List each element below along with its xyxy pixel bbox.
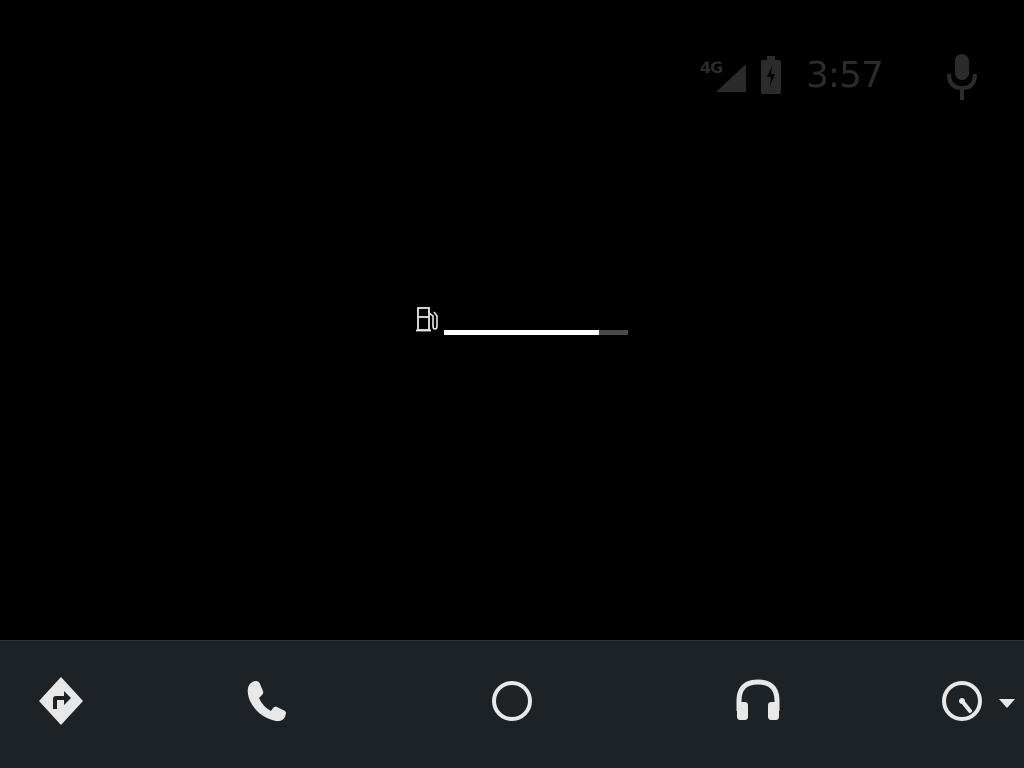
fuel-pump-icon bbox=[416, 307, 438, 332]
fuel-level-fill bbox=[444, 330, 599, 335]
status-bar: 4G 3:57 bbox=[690, 48, 1000, 108]
phone-icon bbox=[247, 681, 286, 722]
android-auto-screen: 4G 3:57 bbox=[0, 0, 1024, 768]
gauge-icon bbox=[942, 681, 982, 721]
mic-icon bbox=[947, 54, 977, 100]
nav-bar bbox=[0, 640, 1024, 768]
navigation-button[interactable] bbox=[31, 671, 91, 731]
headphones-icon bbox=[736, 679, 780, 720]
phone-button[interactable] bbox=[236, 671, 296, 731]
dropdown-arrow-icon bbox=[999, 699, 1015, 708]
home-circle-icon bbox=[492, 681, 532, 721]
mic-button[interactable] bbox=[938, 50, 986, 106]
battery-charging-icon bbox=[761, 56, 781, 94]
home-button[interactable] bbox=[482, 671, 542, 731]
directions-icon bbox=[39, 677, 83, 725]
media-button[interactable] bbox=[728, 671, 788, 731]
signal-icon bbox=[716, 64, 746, 92]
fuel-level-bar bbox=[444, 330, 628, 335]
overview-button[interactable] bbox=[932, 671, 1022, 731]
clock: 3:57 bbox=[806, 55, 884, 96]
